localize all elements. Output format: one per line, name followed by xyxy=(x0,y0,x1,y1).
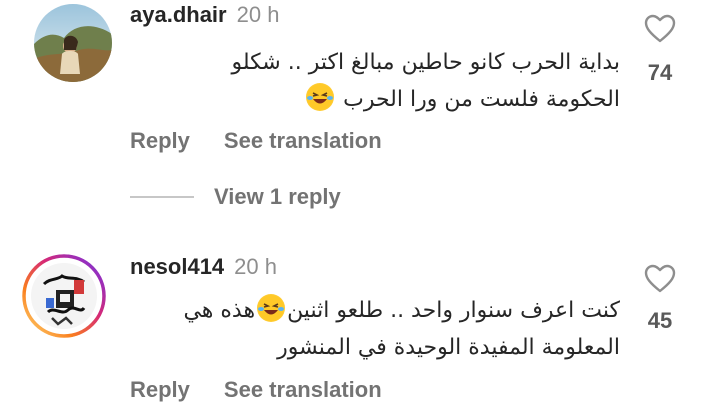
comment-line: الحكومة فلست من ورا الحرب xyxy=(130,81,620,118)
comment-line-text: كنت اعرف سنوار واحد .. طلعو اثنين xyxy=(287,298,620,323)
like-control: 74 xyxy=(640,14,680,86)
like-control: 45 xyxy=(640,264,680,334)
comment-text: بداية الحرب كانو حاطين مبالغ اكتر .. شكل… xyxy=(130,44,620,118)
comment-header: aya.dhair 20 h xyxy=(130,2,279,28)
heart-outline-icon[interactable] xyxy=(644,264,676,294)
comment-header: nesol414 20 h xyxy=(130,254,277,280)
username[interactable]: aya.dhair xyxy=(130,2,227,27)
timestamp: 20 h xyxy=(236,2,280,27)
comment-actions: Reply See translation xyxy=(130,128,382,154)
see-translation-button[interactable]: See translation xyxy=(224,128,382,154)
comment-line-text: الحكومة فلست من ورا الحرب xyxy=(343,87,620,112)
reply-button[interactable]: Reply xyxy=(130,377,190,403)
laughing-emoji-icon xyxy=(306,83,335,111)
see-translation-button[interactable]: See translation xyxy=(224,377,382,403)
heart-outline-icon[interactable] xyxy=(644,14,676,44)
comment-line: بداية الحرب كانو حاطين مبالغ اكتر .. شكل… xyxy=(231,50,620,75)
like-count: 45 xyxy=(647,308,673,333)
avatar[interactable] xyxy=(34,4,112,82)
comment-actions: Reply See translation xyxy=(130,377,382,403)
timestamp: 20 h xyxy=(234,254,277,279)
comment-item: nesol414 20 h كنت اعرف سنوار واحد .. طلعو… xyxy=(0,250,720,410)
comment-line: المعلومة المفيدة الوحيدة في المنشور xyxy=(277,335,620,360)
avatar[interactable] xyxy=(22,254,106,338)
view-replies-button[interactable]: View 1 reply xyxy=(130,184,341,210)
like-count: 74 xyxy=(647,60,673,85)
comment-line-text: هذه هي xyxy=(183,298,256,323)
comment-line: كنت اعرف سنوار واحد .. طلعو اثنين هذه هي xyxy=(130,292,620,329)
comment-item: aya.dhair 20 h بداية الحرب كانو حاطين مبا… xyxy=(0,0,720,170)
reply-button[interactable]: Reply xyxy=(130,128,190,154)
laughing-emoji-icon xyxy=(257,294,286,322)
view-replies-label: View 1 reply xyxy=(214,184,341,209)
username[interactable]: nesol414 xyxy=(130,254,224,279)
divider xyxy=(130,196,194,198)
comment-text: كنت اعرف سنوار واحد .. طلعو اثنين هذه هي… xyxy=(130,292,620,366)
